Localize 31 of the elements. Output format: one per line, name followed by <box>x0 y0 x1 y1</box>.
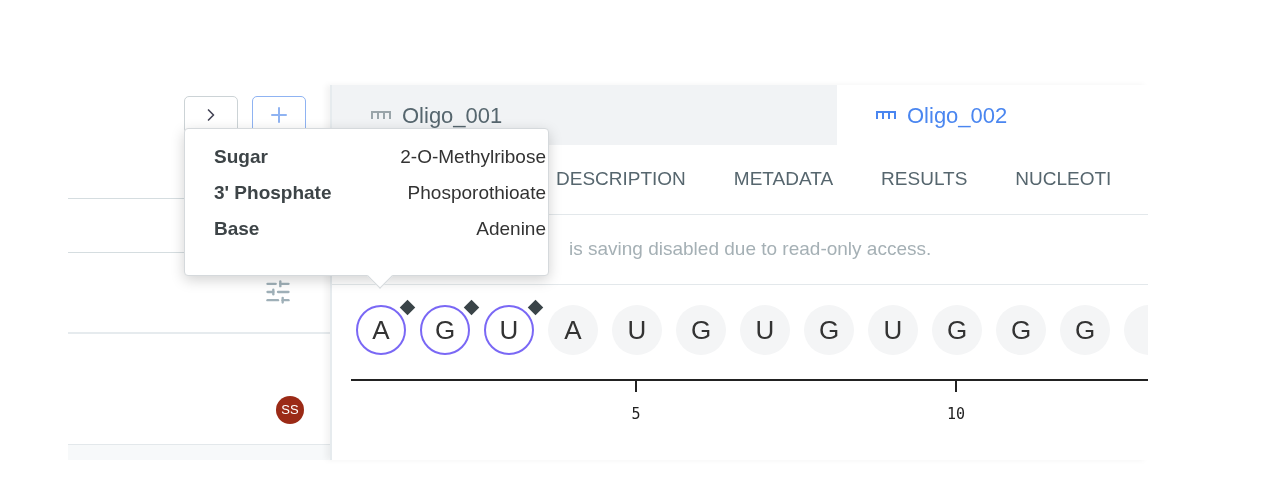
nucleotide[interactable]: G <box>1060 305 1110 355</box>
section-tab[interactable]: DESCRIPTION <box>556 165 686 194</box>
section-tab[interactable]: RESULTS <box>881 165 968 194</box>
nucleotide[interactable]: G <box>804 305 854 355</box>
nucleotide[interactable]: A <box>548 305 598 355</box>
property-label: Base <box>214 217 261 240</box>
nucleotide[interactable]: U <box>484 305 534 355</box>
strand-icon <box>875 109 897 121</box>
nucleotide[interactable]: G <box>996 305 1046 355</box>
section-tab[interactable]: METADATA <box>733 165 834 194</box>
nucleotide[interactable]: U <box>868 305 918 355</box>
property-label: 3' Phosphate <box>214 181 332 204</box>
user-avatar: SS <box>276 396 304 424</box>
nucleotide[interactable]: U <box>612 305 662 355</box>
nucleotide[interactable]: U <box>740 305 790 355</box>
section-tab[interactable]: NUCLEOTI <box>1015 165 1112 194</box>
read-only-notice: is saving disabled due to read-only access. <box>569 237 932 262</box>
tick-label: 5 <box>630 404 642 425</box>
nucleotide[interactable]: G <box>420 305 470 355</box>
property-label: Sugar <box>214 145 269 168</box>
tick-label: 10 <box>945 404 967 425</box>
axis-tick <box>955 380 957 392</box>
nucleotide[interactable]: A <box>356 305 406 355</box>
nucleotide[interactable]: G <box>676 305 726 355</box>
axis-tick <box>635 380 637 392</box>
property-value: Adenine <box>475 217 546 240</box>
filter-icon[interactable] <box>264 278 292 306</box>
nucleotide[interactable]: G <box>932 305 982 355</box>
strand-icon <box>370 109 392 121</box>
property-value: 2-O-Methylribose <box>399 145 546 168</box>
property-value: Phosporothioate <box>406 181 546 204</box>
